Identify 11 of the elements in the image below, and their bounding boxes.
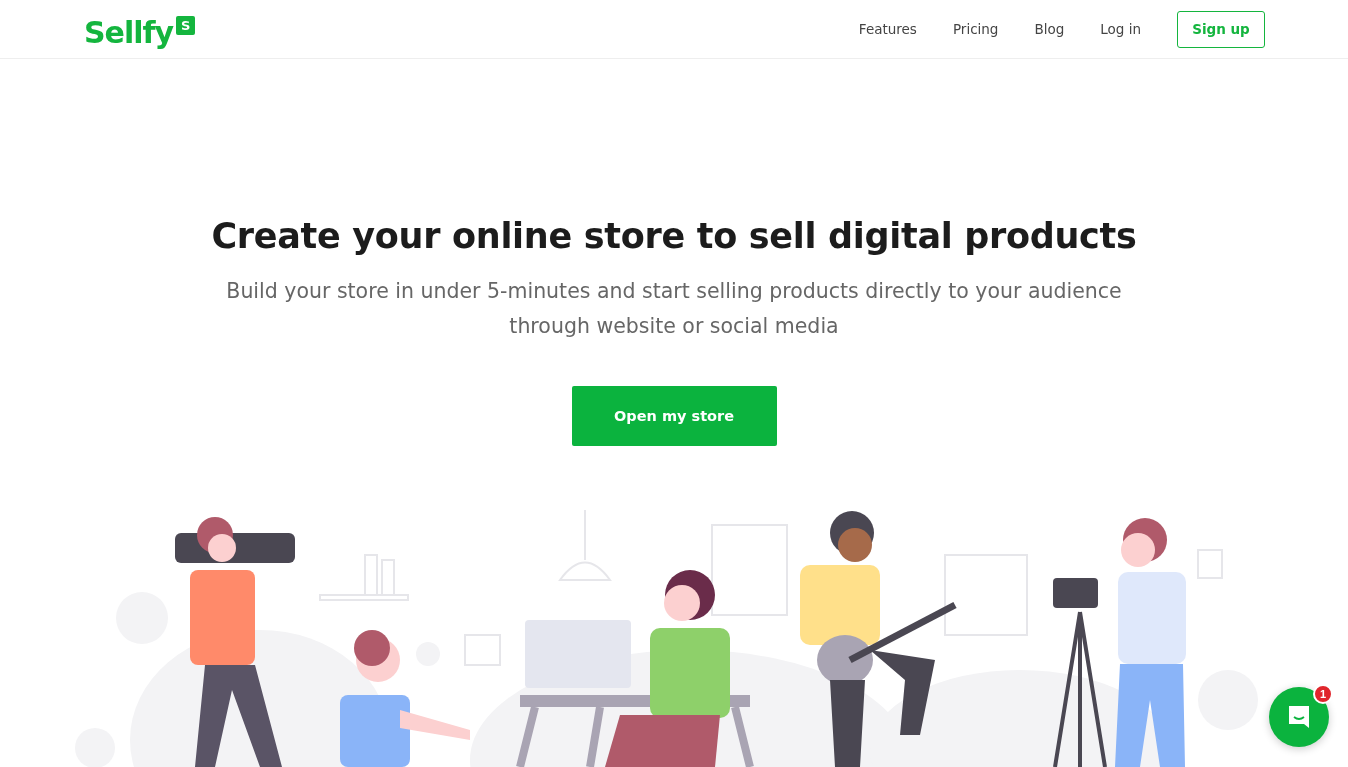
hero-subtitle: Build your store in under 5-minutes and start selling products directly to your audience through website or social media	[225, 278, 1123, 340]
chat-icon	[1286, 704, 1312, 730]
nav-link[interactable]: Blog	[1016, 21, 1083, 37]
chat-button[interactable]: 1	[1269, 687, 1329, 747]
hero-title: Create your online store to sell digital products	[211, 216, 1137, 256]
nav-link[interactable]: Pricing	[934, 21, 1017, 37]
nav-link[interactable]: Features	[840, 21, 935, 37]
logo-wordmark: Sellfy	[84, 15, 174, 51]
logo-badge: S	[176, 16, 196, 35]
nav-link[interactable]: Log in	[1082, 21, 1159, 37]
notification-badge: 1	[1313, 684, 1333, 704]
